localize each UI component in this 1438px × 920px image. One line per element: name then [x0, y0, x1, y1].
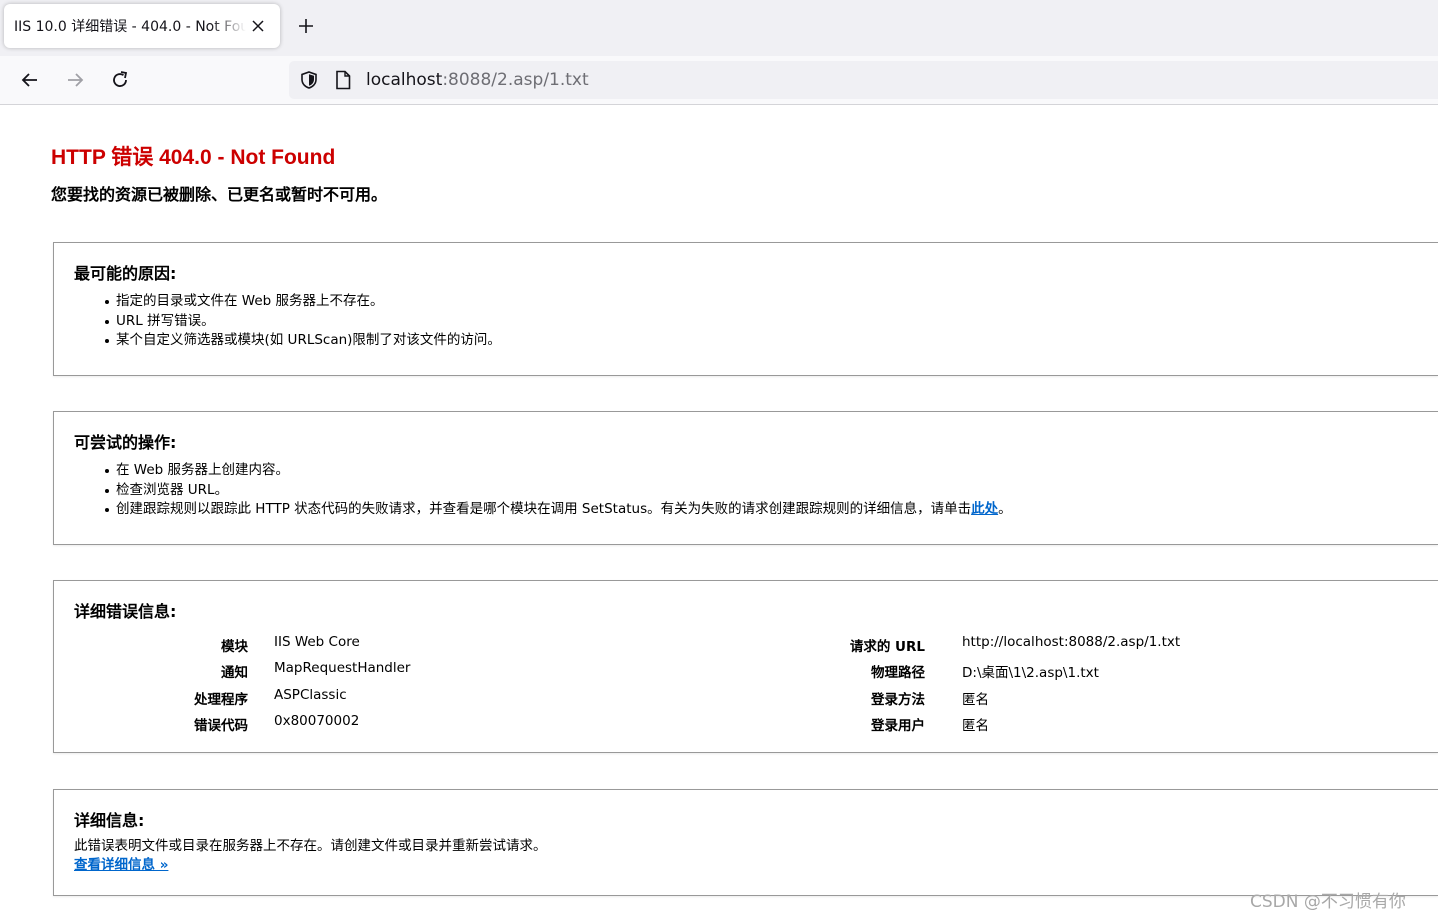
list-item: 创建跟踪规则以跟踪此 HTTP 状态代码的失败请求，并查看是哪个模块在调用 Se…	[105, 500, 1012, 520]
list-item: 在 Web 服务器上创建内容。	[105, 461, 1012, 481]
actions-heading: 可尝试的操作:	[74, 433, 177, 452]
arrow-left-icon	[21, 73, 37, 87]
url-path: :8088/2.asp/1.txt	[442, 70, 589, 90]
tab-title: IIS 10.0 详细错误 - 404.0 - Not Found	[14, 19, 246, 35]
shield-icon[interactable]	[299, 70, 319, 94]
navigation-bar: localhost:8088/2.asp/1.txt	[0, 56, 1438, 105]
detail-value-logon-user: 匿名	[962, 718, 989, 734]
plus-icon	[299, 19, 313, 33]
page-icon[interactable]	[334, 70, 352, 94]
detail-label-handler: 处理程序	[194, 692, 248, 708]
detail-label-logon-user: 登录用户	[871, 718, 925, 734]
detail-value-requested-url: http://localhost:8088/2.asp/1.txt	[962, 634, 1181, 650]
page-content: HTTP 错误 404.0 - Not Found 您要找的资源已被删除、已更名…	[0, 105, 1438, 920]
detail-error-heading: 详细错误信息:	[74, 602, 177, 621]
causes-box: 最可能的原因: 指定的目录或文件在 Web 服务器上不存在。 URL 拼写错误。…	[53, 242, 1438, 376]
url-host: localhost	[366, 70, 443, 90]
causes-heading: 最可能的原因:	[74, 264, 177, 283]
list-item: 指定的目录或文件在 Web 服务器上不存在。	[105, 292, 501, 312]
watermark: CSDN @不习惯有你	[1250, 892, 1406, 912]
causes-list: 指定的目录或文件在 Web 服务器上不存在。 URL 拼写错误。 某个自定义筛选…	[105, 292, 501, 351]
detail-value-handler: ASPClassic	[274, 687, 347, 703]
more-info-heading: 详细信息:	[74, 811, 145, 830]
detail-value-module: IIS Web Core	[274, 634, 360, 650]
detail-label-logon-method: 登录方法	[871, 692, 925, 708]
detail-label-notification: 通知	[221, 665, 248, 681]
list-item: URL 拼写错误。	[105, 312, 501, 332]
detail-label-module: 模块	[221, 639, 248, 655]
detail-value-notification: MapRequestHandler	[274, 660, 411, 676]
detail-label-requested-url: 请求的 URL	[849, 639, 925, 655]
more-info-link[interactable]: 查看详细信息 »	[74, 857, 168, 873]
reload-button[interactable]	[104, 64, 136, 96]
browser-tab[interactable]: IIS 10.0 详细错误 - 404.0 - Not Found	[4, 4, 280, 48]
new-tab-button[interactable]	[292, 12, 320, 40]
list-item-end: 。	[998, 501, 1012, 517]
page-title: HTTP 错误 404.0 - Not Found	[51, 146, 336, 169]
url-text[interactable]: localhost:8088/2.asp/1.txt	[366, 70, 589, 90]
here-link[interactable]: 此处	[971, 501, 998, 517]
page-subtitle: 您要找的资源已被删除、已更名或暂时不可用。	[51, 185, 388, 204]
close-icon[interactable]	[248, 16, 268, 36]
tab-bar: IIS 10.0 详细错误 - 404.0 - Not Found	[0, 0, 1438, 56]
more-info-text: 此错误表明文件或目录在服务器上不存在。请创建文件或目录并重新尝试请求。	[74, 838, 547, 854]
list-item-text: 创建跟踪规则以跟踪此 HTTP 状态代码的失败请求，并查看是哪个模块在调用 Se…	[116, 501, 972, 517]
arrow-right-icon	[68, 73, 84, 87]
detail-error-box: 详细错误信息: 模块 IIS Web Core 通知 MapRequestHan…	[53, 580, 1438, 753]
detail-value-physical-path: D:\桌面\1\2.asp\1.txt	[962, 665, 1099, 681]
detail-value-logon-method: 匿名	[962, 692, 989, 708]
reload-icon	[113, 71, 128, 87]
list-item: 某个自定义筛选器或模块(如 URLScan)限制了对该文件的访问。	[105, 331, 501, 351]
list-item: 检查浏览器 URL。	[105, 481, 1012, 501]
more-info-box: 详细信息: 此错误表明文件或目录在服务器上不存在。请创建文件或目录并重新尝试请求…	[53, 789, 1438, 896]
address-bar[interactable]: localhost:8088/2.asp/1.txt	[289, 61, 1438, 99]
detail-label-physical-path: 物理路径	[871, 665, 925, 681]
actions-list: 在 Web 服务器上创建内容。 检查浏览器 URL。 创建跟踪规则以跟踪此 HT…	[105, 461, 1012, 520]
actions-box: 可尝试的操作: 在 Web 服务器上创建内容。 检查浏览器 URL。 创建跟踪规…	[53, 411, 1438, 545]
forward-button[interactable]	[59, 64, 91, 96]
detail-value-error-code: 0x80070002	[274, 713, 360, 729]
back-button[interactable]	[14, 64, 46, 96]
detail-label-error-code: 错误代码	[194, 718, 248, 734]
